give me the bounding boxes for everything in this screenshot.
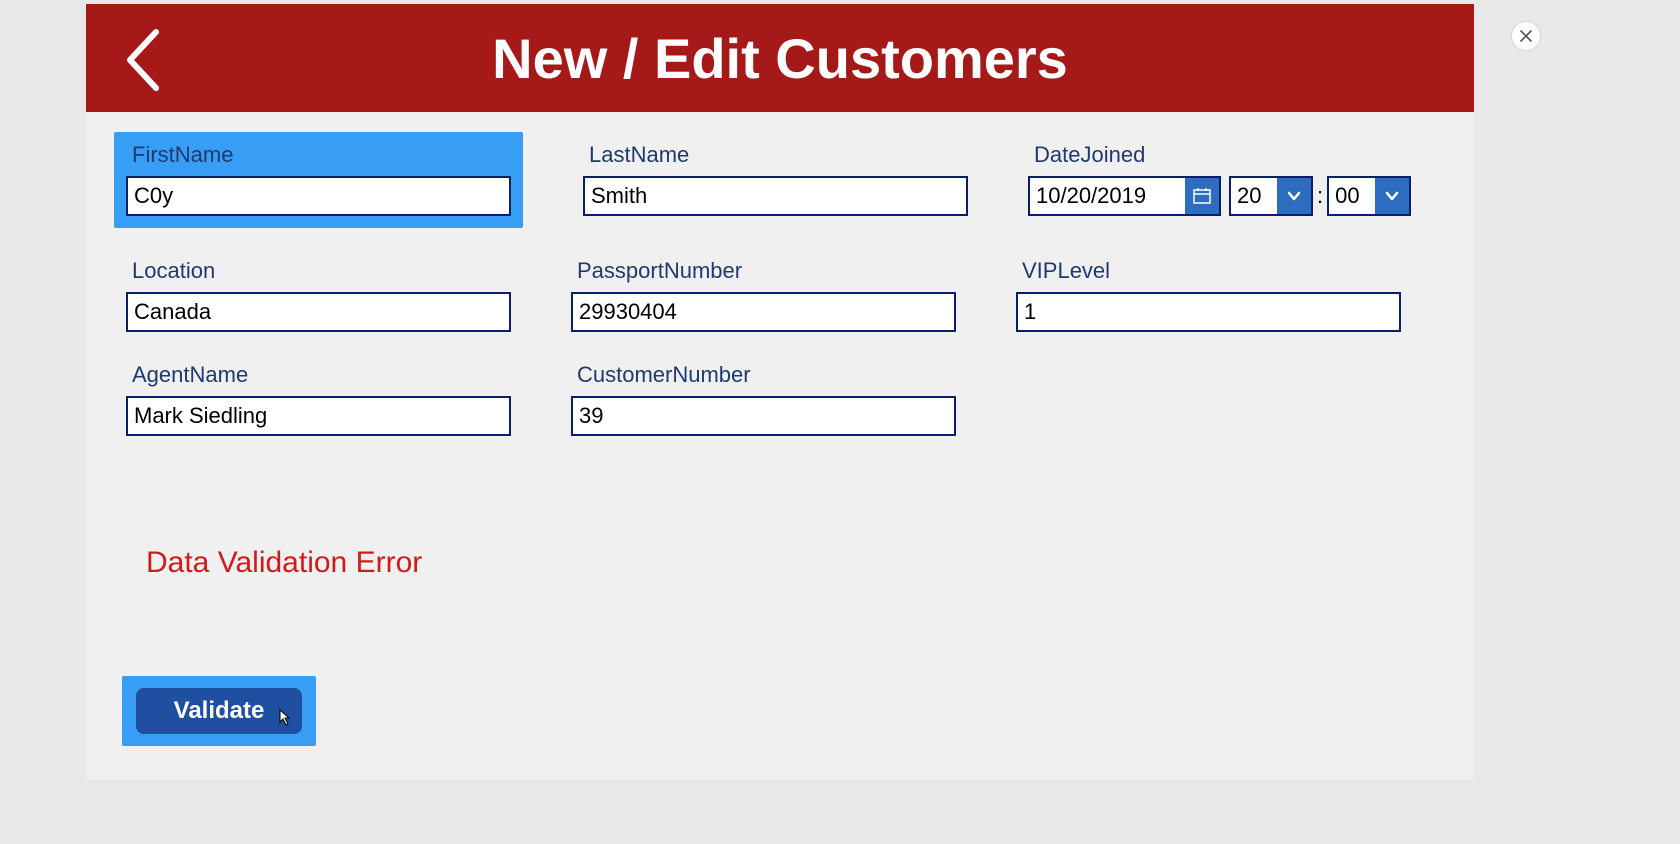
back-arrow-icon[interactable] bbox=[122, 26, 162, 94]
firstname-field: FirstName bbox=[126, 142, 511, 216]
customernumber-field: CustomerNumber bbox=[571, 362, 956, 436]
form-row-3: AgentName CustomerNumber bbox=[126, 362, 1434, 436]
agentname-field: AgentName bbox=[126, 362, 511, 436]
firstname-highlight: FirstName bbox=[114, 132, 523, 228]
viplevel-label: VIPLevel bbox=[1016, 258, 1401, 284]
agentname-input[interactable] bbox=[126, 396, 511, 436]
datejoined-composite: : bbox=[1028, 176, 1411, 216]
hour-picker bbox=[1229, 176, 1313, 216]
page-root: New / Edit Customers FirstName LastName … bbox=[0, 0, 1680, 844]
date-input[interactable] bbox=[1030, 178, 1185, 214]
calendar-icon[interactable] bbox=[1185, 178, 1219, 214]
passport-input[interactable] bbox=[571, 292, 956, 332]
lastname-field: LastName bbox=[583, 142, 968, 228]
minute-picker bbox=[1327, 176, 1411, 216]
lastname-label: LastName bbox=[583, 142, 968, 168]
header-bar: New / Edit Customers bbox=[86, 4, 1474, 112]
form-panel: New / Edit Customers FirstName LastName … bbox=[86, 4, 1474, 780]
validate-button[interactable]: Validate bbox=[136, 688, 302, 734]
location-label: Location bbox=[126, 258, 511, 284]
form-row-1: FirstName LastName DateJoined bbox=[126, 142, 1434, 228]
viplevel-input[interactable] bbox=[1016, 292, 1401, 332]
passport-label: PassportNumber bbox=[571, 258, 956, 284]
lastname-input[interactable] bbox=[583, 176, 968, 216]
time-separator: : bbox=[1317, 183, 1323, 209]
hour-input[interactable] bbox=[1231, 178, 1277, 214]
validate-highlight: Validate bbox=[122, 676, 316, 746]
close-icon[interactable] bbox=[1512, 22, 1540, 50]
viplevel-field: VIPLevel bbox=[1016, 258, 1401, 332]
datejoined-field: DateJoined bbox=[1028, 142, 1411, 228]
customernumber-label: CustomerNumber bbox=[571, 362, 956, 388]
validate-button-label: Validate bbox=[174, 697, 265, 724]
firstname-input[interactable] bbox=[126, 176, 511, 216]
location-field: Location bbox=[126, 258, 511, 332]
page-title: New / Edit Customers bbox=[492, 26, 1068, 91]
passport-field: PassportNumber bbox=[571, 258, 956, 332]
minute-input[interactable] bbox=[1329, 178, 1375, 214]
customernumber-input[interactable] bbox=[571, 396, 956, 436]
form-area: FirstName LastName DateJoined bbox=[86, 112, 1474, 580]
hour-chevron-down-icon[interactable] bbox=[1277, 178, 1311, 214]
agentname-label: AgentName bbox=[126, 362, 511, 388]
date-picker bbox=[1028, 176, 1221, 216]
validation-error-text: Data Validation Error bbox=[146, 546, 1434, 580]
firstname-label: FirstName bbox=[126, 142, 511, 168]
datejoined-label: DateJoined bbox=[1028, 142, 1411, 168]
minute-chevron-down-icon[interactable] bbox=[1375, 178, 1409, 214]
location-input[interactable] bbox=[126, 292, 511, 332]
cursor-icon bbox=[274, 708, 292, 730]
form-row-2: Location PassportNumber VIPLevel bbox=[126, 258, 1434, 332]
